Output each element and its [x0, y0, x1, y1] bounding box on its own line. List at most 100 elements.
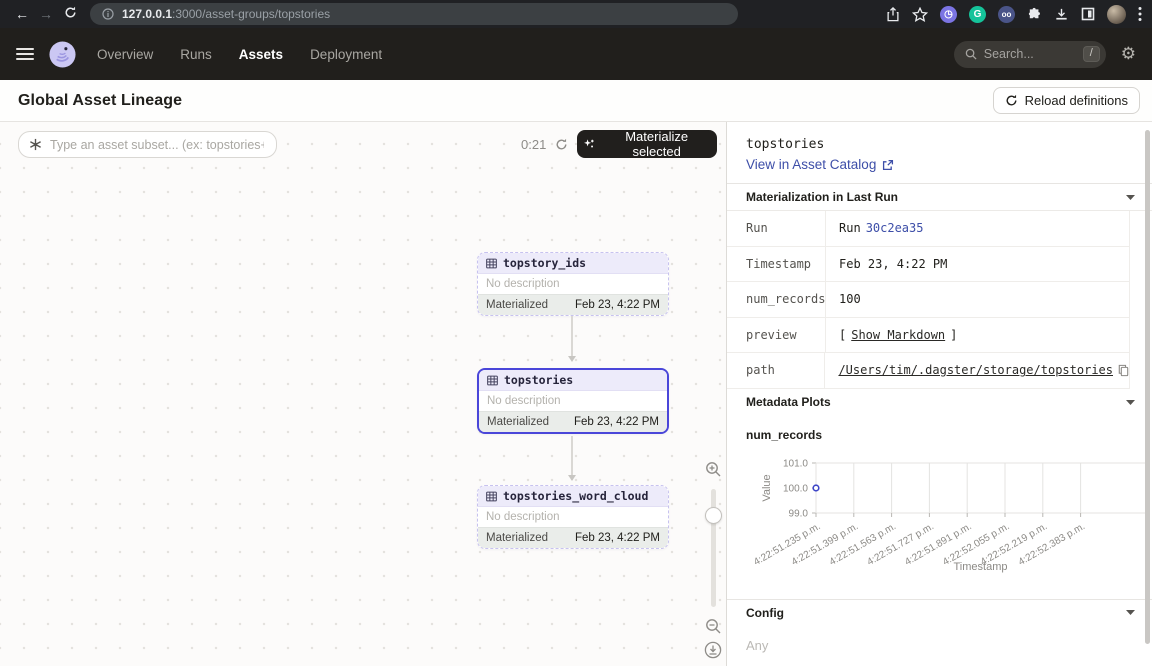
row-value: 100: [826, 292, 861, 306]
zoom-out-icon[interactable]: [705, 618, 722, 635]
section-config[interactable]: Config: [727, 599, 1152, 626]
global-search-input[interactable]: Search... /: [954, 41, 1106, 68]
show-markdown-link[interactable]: Show Markdown: [851, 328, 945, 342]
asset-node-status: Materialized: [486, 532, 548, 544]
site-info-icon[interactable]: [102, 8, 114, 20]
search-shortcut-badge: /: [1083, 46, 1100, 62]
svg-text:Timestamp: Timestamp: [954, 561, 1008, 573]
svg-text:4:22:51.727 p.m.: 4:22:51.727 p.m.: [865, 521, 936, 568]
chevron-down-icon: [1126, 195, 1135, 200]
metadata-table: Run Run 30c2ea35 Timestamp Feb 23, 4:22 …: [727, 210, 1152, 389]
reload-definitions-button[interactable]: Reload definitions: [993, 87, 1140, 114]
copy-icon[interactable]: [1118, 364, 1129, 377]
tab-preview-icon[interactable]: [1081, 7, 1095, 21]
asset-lineage-graph[interactable]: 0:21 Materialize selected topstory_ids N…: [0, 122, 726, 666]
recenter-icon[interactable]: [704, 641, 722, 659]
asset-subset-filter[interactable]: [18, 131, 277, 158]
chevron-down-icon: [1126, 610, 1135, 615]
section-metadata-plots[interactable]: Metadata Plots: [727, 389, 1152, 416]
browser-menu-icon[interactable]: [1138, 6, 1142, 22]
timer-refresh-icon[interactable]: [555, 138, 568, 151]
nav-tab-deployment[interactable]: Deployment: [310, 47, 382, 62]
svg-text:101.0: 101.0: [783, 458, 808, 469]
asset-node-timestamp: Feb 23, 4:22 PM: [574, 416, 659, 428]
bookmark-star-icon[interactable]: [912, 7, 928, 22]
view-in-asset-catalog-link[interactable]: View in Asset Catalog: [727, 155, 1152, 183]
config-value: Any: [727, 626, 1152, 666]
row-label: preview: [727, 318, 826, 353]
extension-icon-1[interactable]: ◷: [940, 6, 957, 23]
search-icon: [965, 48, 977, 60]
zoom-slider-thumb[interactable]: [705, 507, 722, 524]
search-placeholder: Search...: [984, 47, 1034, 61]
downloads-icon[interactable]: [1054, 7, 1069, 22]
browser-back-button[interactable]: ←: [10, 0, 34, 28]
row-value: /Users/tim/.dagster/storage/topstories: [825, 363, 1129, 377]
asset-node-name: topstories_word_cloud: [503, 489, 648, 503]
asset-node-topstories[interactable]: topstories No description Materialized F…: [477, 368, 669, 434]
nav-tabs: Overview Runs Assets Deployment: [97, 47, 382, 62]
table-icon: [486, 258, 497, 269]
asset-node-timestamp: Feb 23, 4:22 PM: [575, 299, 660, 311]
nav-tab-assets[interactable]: Assets: [239, 47, 283, 62]
svg-text:4:22:51.563 p.m.: 4:22:51.563 p.m.: [828, 521, 899, 568]
settings-gear-icon[interactable]: ⚙: [1121, 44, 1136, 64]
page-title: Global Asset Lineage: [18, 92, 182, 110]
zoom-slider[interactable]: [711, 489, 716, 607]
extension-icon-2[interactable]: oo: [998, 6, 1015, 23]
table-row: num_records 100: [727, 282, 1130, 318]
nav-tab-runs[interactable]: Runs: [180, 47, 212, 62]
browser-reload-button[interactable]: [58, 0, 82, 28]
asset-node-topstories-word-cloud[interactable]: topstories_word_cloud No description Mat…: [477, 485, 669, 549]
zoom-in-icon[interactable]: [705, 461, 722, 478]
asset-node-name: topstories: [504, 373, 573, 387]
storage-path-link[interactable]: /Users/tim/.dagster/storage/topstories: [838, 363, 1113, 377]
url-text: 127.0.0.1:3000/asset-groups/topstories: [122, 7, 330, 21]
run-id-link[interactable]: 30c2ea35: [866, 221, 924, 235]
asset-subset-input[interactable]: [48, 137, 266, 153]
asset-node-description: No description: [478, 507, 668, 527]
refresh-timer: 0:21: [521, 137, 568, 152]
table-icon: [487, 375, 498, 386]
extensions-puzzle-icon[interactable]: [1027, 7, 1042, 22]
extension-grammarly-icon[interactable]: G: [969, 6, 986, 23]
asset-node-status: Materialized: [486, 299, 548, 311]
svg-text:100.0: 100.0: [783, 483, 808, 494]
asset-node-description: No description: [479, 391, 667, 411]
chevron-down-icon: [1126, 400, 1135, 405]
asset-node-name: topstory_ids: [503, 256, 586, 270]
lineage-edge: [571, 436, 573, 480]
browser-profile-avatar[interactable]: [1107, 5, 1126, 24]
hamburger-menu-icon[interactable]: [16, 48, 34, 60]
asset-node-topstory-ids[interactable]: topstory_ids No description Materialized…: [477, 252, 669, 316]
nav-tab-overview[interactable]: Overview: [97, 47, 153, 62]
metadata-plot: 101.0100.099.04:22:51.235 p.m.4:22:51.39…: [727, 444, 1152, 599]
refresh-icon: [1005, 94, 1018, 107]
row-value: Run 30c2ea35: [826, 221, 923, 235]
materialize-selected-button[interactable]: Materialize selected: [577, 130, 717, 158]
selected-asset-name: topstories: [727, 122, 1152, 155]
section-materialization-last-run[interactable]: Materialization in Last Run: [727, 183, 1152, 210]
external-link-icon: [882, 159, 894, 171]
app-navbar: Overview Runs Assets Deployment Search..…: [0, 28, 1152, 80]
svg-text:4:22:51.399 p.m.: 4:22:51.399 p.m.: [790, 521, 861, 568]
dagster-logo[interactable]: [48, 40, 77, 69]
page-header: Global Asset Lineage Reload definitions: [0, 80, 1152, 122]
graph-zoom-controls: [702, 458, 724, 662]
asset-node-timestamp: Feb 23, 4:22 PM: [575, 532, 660, 544]
browser-forward-button[interactable]: →: [34, 0, 58, 28]
panel-scrollbar[interactable]: [1145, 130, 1150, 644]
svg-text:4:22:51.235 p.m.: 4:22:51.235 p.m.: [752, 521, 823, 568]
svg-text:4:22:52.383 p.m.: 4:22:52.383 p.m.: [1017, 521, 1088, 568]
table-row: Timestamp Feb 23, 4:22 PM: [727, 247, 1130, 283]
browser-chrome: ← → 127.0.0.1:3000/asset-groups/topstori…: [0, 0, 1152, 28]
row-label: path: [727, 353, 825, 388]
browser-address-bar[interactable]: 127.0.0.1:3000/asset-groups/topstories: [90, 3, 738, 25]
asset-details-panel: topstories View in Asset Catalog Materia…: [726, 122, 1152, 666]
reload-icon: [64, 6, 77, 19]
table-row: path /Users/tim/.dagster/storage/topstor…: [727, 353, 1130, 389]
plot-title: num_records: [727, 416, 1152, 444]
share-icon[interactable]: [886, 7, 900, 22]
table-icon: [486, 491, 497, 502]
row-value: [Show Markdown]: [826, 328, 957, 342]
